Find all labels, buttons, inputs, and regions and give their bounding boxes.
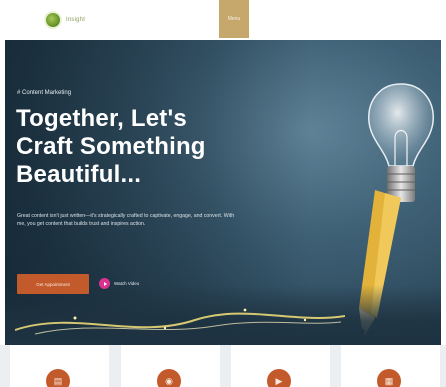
service-card-3[interactable]: ▶ (231, 345, 330, 387)
megaphone-icon: ◉ (157, 369, 181, 387)
service-cards: ▤ ◉ ▶ ▦ (0, 345, 446, 387)
chart-icon: ▦ (377, 369, 401, 387)
headline-line-3: Beautiful... (16, 161, 142, 188)
logo-text: Insight (66, 17, 86, 23)
cta-label: Get Appointment (36, 281, 70, 287)
service-card-1[interactable]: ▤ (10, 345, 109, 387)
hero-eyebrow: # Content Marketing (17, 90, 72, 96)
logo[interactable]: Insight (44, 10, 85, 30)
logo-mark-icon (44, 11, 62, 29)
play-icon (99, 278, 110, 289)
document-icon: ▤ (46, 369, 70, 387)
top-bar: Insight Menu (0, 0, 446, 40)
play-icon: ▶ (267, 369, 291, 387)
menu-button-label: Menu (227, 16, 241, 22)
service-card-2[interactable]: ◉ (121, 345, 220, 387)
headline-line-2: Craft Something (16, 133, 206, 160)
watch-video-link[interactable]: Watch Video (99, 278, 139, 289)
headline-line-1: Together, Let's (16, 105, 187, 132)
menu-button[interactable]: Menu (219, 0, 249, 38)
watch-video-label: Watch Video (114, 281, 140, 286)
hero-description: Great content isn't just written—it's st… (17, 213, 235, 227)
hero-section: # Content Marketing Together, Let's Craf… (5, 40, 441, 345)
service-card-4[interactable]: ▦ (341, 345, 440, 387)
sparkle-trail-decoration (15, 308, 345, 335)
get-appointment-button[interactable]: Get Appointment (17, 274, 89, 294)
hero-headline: Together, Let's Craft Something Beautifu… (16, 105, 256, 189)
